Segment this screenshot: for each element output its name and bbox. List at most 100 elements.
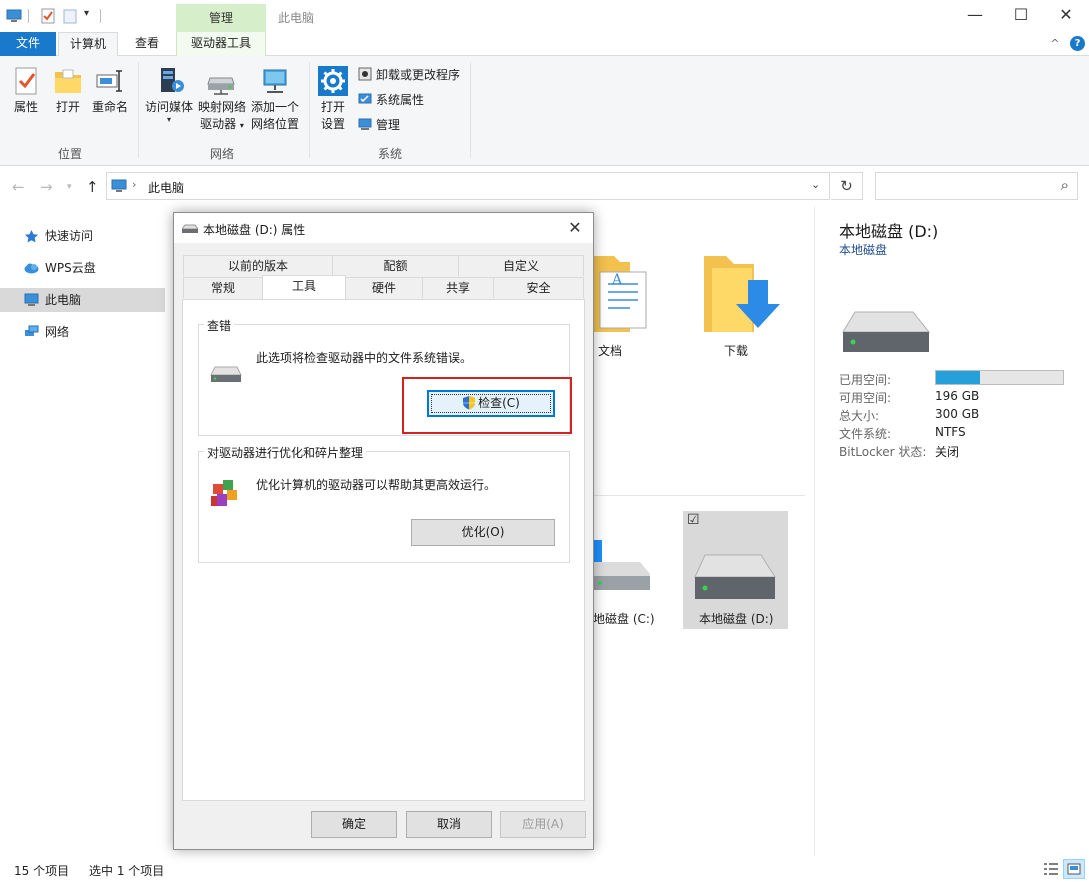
close-button[interactable]: ✕ xyxy=(1043,0,1089,30)
tab-customize[interactable]: 自定义 xyxy=(458,255,584,276)
contextual-tab-header: 管理 xyxy=(176,4,266,32)
system-properties-button[interactable]: 系统属性 xyxy=(358,90,424,110)
qat-dropdown-icon[interactable]: ▾ xyxy=(84,8,89,19)
drive-icon xyxy=(210,366,242,382)
title-bar: ▾ 管理 此电脑 — ☐ ✕ xyxy=(0,0,1089,32)
uninstall-label: 卸载或更改程序 xyxy=(376,68,461,82)
drive-c-icon xyxy=(594,540,650,590)
access-media-button[interactable]: 访问媒体 ▾ xyxy=(143,66,195,124)
search-input[interactable]: ⌕ xyxy=(875,172,1078,200)
properties-button[interactable]: 属性 xyxy=(8,66,44,116)
tab-tools[interactable]: 工具 xyxy=(262,275,346,299)
drive-d-icon xyxy=(694,554,776,599)
group-label-system: 系统 xyxy=(377,147,402,161)
nav-item-this-pc[interactable]: 此电脑 xyxy=(0,288,165,312)
manage-label: 管理 xyxy=(376,118,401,132)
error-checking-title: 查错 xyxy=(204,317,235,334)
this-pc-icon xyxy=(111,179,127,192)
cancel-button[interactable]: 取消 xyxy=(406,811,492,838)
address-dropdown-icon[interactable]: ⌄ xyxy=(811,178,820,191)
minimize-button[interactable]: — xyxy=(952,0,998,30)
large-icons-view-button[interactable] xyxy=(1063,859,1085,879)
tools-tab-panel: 查错 此选项将检查驱动器中的文件系统错误。 检查(C) 对驱动器进行优化和碎片整… xyxy=(182,299,585,801)
tab-sharing[interactable]: 共享 xyxy=(422,277,494,298)
apply-button[interactable]: 应用(A) xyxy=(500,811,586,838)
drive-d-label: 本地磁盘 (D:) xyxy=(699,612,774,626)
nav-label: 网络 xyxy=(45,325,70,339)
used-space-label: 已用空间: xyxy=(839,373,892,387)
rename-button[interactable]: 重命名 xyxy=(90,66,130,116)
nav-label: WPS云盘 xyxy=(45,261,96,275)
nav-item-quick-access[interactable]: 快速访问 xyxy=(0,224,165,248)
open-label: 打开 xyxy=(55,100,80,114)
details-drive-icon xyxy=(842,311,931,352)
details-view-icon[interactable] xyxy=(1042,861,1060,877)
optimize-button[interactable]: 优化(O) xyxy=(411,519,555,546)
dialog-close-button[interactable]: ✕ xyxy=(563,217,587,239)
rename-icon xyxy=(96,70,122,92)
tab-view[interactable]: 查看 xyxy=(120,32,174,56)
ribbon-tabs: 文件 计算机 查看 驱动器工具 ^ ? xyxy=(0,32,1089,57)
optimize-description: 优化计算机的驱动器可以帮助其更高效运行。 xyxy=(256,478,497,492)
details-pane: 本地磁盘 (D:) 本地磁盘 已用空间: 可用空间: 196 GB 总大小: 3… xyxy=(814,206,1089,856)
up-arrow-icon[interactable]: ↑ xyxy=(86,178,99,196)
drive-d-tile[interactable]: ☑ 本地磁盘 (D:) xyxy=(683,511,788,629)
uninstall-icon xyxy=(358,67,372,81)
documents-folder-tile[interactable]: A xyxy=(594,254,654,334)
tab-file[interactable]: 文件 xyxy=(0,32,56,56)
dialog-title-bar[interactable]: 本地磁盘 (D:) 属性 ✕ xyxy=(174,213,593,243)
drive-c-label: 地磁盘 (C:) xyxy=(593,612,655,626)
maximize-button[interactable]: ☐ xyxy=(998,0,1044,30)
highlight-box xyxy=(402,377,572,434)
optimize-title: 对驱动器进行优化和碎片整理 xyxy=(204,444,367,461)
map-drive-label-2: 驱动器 xyxy=(200,117,237,131)
section-divider xyxy=(594,495,805,496)
refresh-button[interactable]: ↻ xyxy=(831,172,863,200)
tab-general[interactable]: 常规 xyxy=(183,277,263,298)
open-button[interactable]: 打开 xyxy=(50,66,86,116)
documents-label: 文档 xyxy=(598,344,623,358)
map-network-drive-button[interactable]: 映射网络 驱动器 ▾ xyxy=(197,66,247,134)
uninstall-programs-button[interactable]: 卸载或更改程序 xyxy=(358,65,460,85)
tab-previous-versions[interactable]: 以前的版本 xyxy=(183,255,333,276)
breadcrumb-chevron-icon[interactable]: › xyxy=(132,178,136,191)
open-settings-button[interactable]: 打开 设置 xyxy=(314,66,352,133)
cloud-icon xyxy=(24,263,39,274)
tab-quota[interactable]: 配额 xyxy=(332,255,459,276)
tab-computer[interactable]: 计算机 xyxy=(58,32,118,57)
recent-locations-icon[interactable]: ▾ xyxy=(67,182,72,192)
group-separator xyxy=(309,62,310,158)
file-system-value: NTFS xyxy=(935,425,966,439)
breadcrumb-this-pc[interactable]: 此电脑 xyxy=(148,179,184,196)
group-label-network: 网络 xyxy=(209,147,234,161)
help-icon[interactable]: ? xyxy=(1070,36,1085,51)
ok-button[interactable]: 确定 xyxy=(311,811,397,838)
add-network-location-button[interactable]: 添加一个 网络位置 xyxy=(249,66,301,133)
back-arrow-icon[interactable]: ← xyxy=(12,178,25,196)
downloads-label: 下载 xyxy=(724,344,749,358)
new-folder-qat-icon[interactable] xyxy=(62,8,78,24)
properties-icon xyxy=(15,67,37,95)
manage-button[interactable]: 管理 xyxy=(358,115,400,135)
downloads-folder-tile[interactable] xyxy=(702,254,782,334)
network-icon xyxy=(25,325,39,336)
drive-c-tile[interactable] xyxy=(594,536,654,606)
selection-checkbox[interactable]: ☑ xyxy=(687,512,700,528)
svg-text:A: A xyxy=(611,272,623,288)
open-settings-label-2: 设置 xyxy=(320,117,345,131)
address-bar[interactable]: › 此电脑 ⌄ xyxy=(106,172,830,200)
details-subtitle: 本地磁盘 xyxy=(839,243,888,257)
item-count: 15 个项目 xyxy=(14,864,70,878)
total-size-label: 总大小: xyxy=(839,409,880,423)
tab-hardware[interactable]: 硬件 xyxy=(345,277,423,298)
forward-arrow-icon[interactable]: → xyxy=(40,178,53,196)
details-title: 本地磁盘 (D:) xyxy=(839,222,939,241)
properties-qat-icon[interactable] xyxy=(40,8,56,24)
tab-security[interactable]: 安全 xyxy=(493,277,584,298)
nav-item-wps-cloud[interactable]: WPS云盘 xyxy=(0,256,165,280)
selected-count: 选中 1 个项目 xyxy=(89,864,165,878)
nav-item-network[interactable]: 网络 xyxy=(0,320,165,344)
collapse-ribbon-button[interactable]: ^ xyxy=(1044,32,1066,56)
tab-drive-tools[interactable]: 驱动器工具 xyxy=(176,32,266,56)
group-label-location: 位置 xyxy=(57,147,82,161)
